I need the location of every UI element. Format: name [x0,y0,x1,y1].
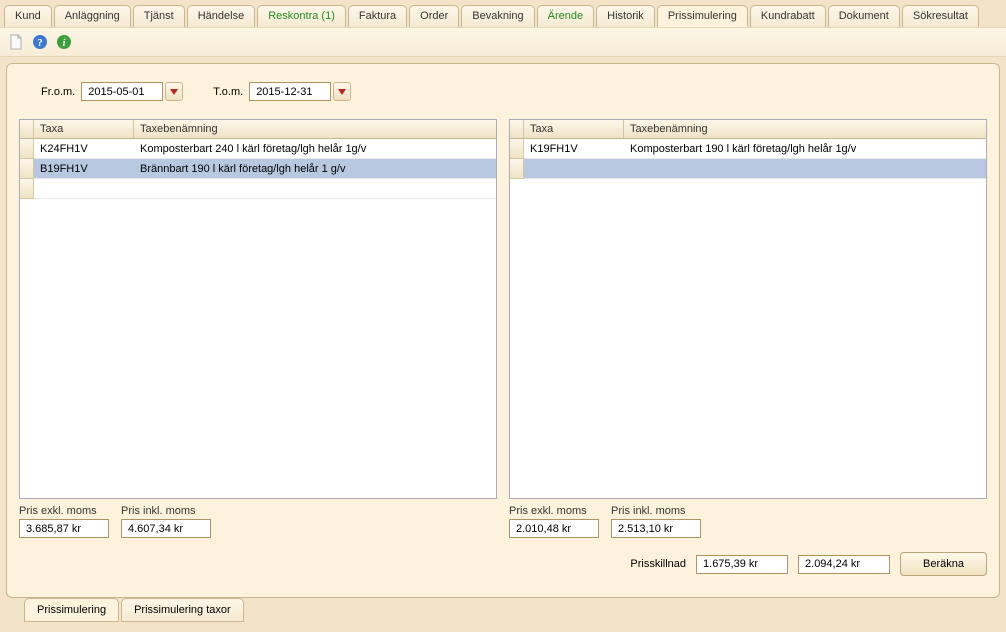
table-row[interactable]: K19FH1VKomposterbart 190 l kärl företag/… [510,139,986,159]
benamn-header[interactable]: Taxebenämning [624,120,986,138]
row-handle-header [510,120,524,138]
tab-dokument[interactable]: Dokument [828,5,900,27]
left-inkl-label: Pris inkl. moms [121,505,211,517]
diff-exkl[interactable] [696,555,788,574]
right-panel: Taxa Taxebenämning K19FH1VKomposterbart … [509,119,987,538]
to-date-group: T.o.m. [213,82,351,101]
right-exkl-value[interactable] [509,519,599,538]
tab-prissimulering[interactable]: Prissimulering [657,5,748,27]
tab-historik[interactable]: Historik [596,5,655,27]
left-grid-header: Taxa Taxebenämning [20,120,496,139]
tab-reskontra-1-[interactable]: Reskontra (1) [257,5,346,27]
bottom-tabs: PrissimuleringPrissimulering taxor [24,598,244,622]
tab-h-ndelse[interactable]: Händelse [187,5,255,27]
table-row[interactable]: B19FH1VBrännbart 190 l kärl företag/lgh … [20,159,496,179]
table-row[interactable]: K24FH1VKomposterbart 240 l kärl företag/… [20,139,496,159]
right-inkl-label: Pris inkl. moms [611,505,701,517]
taxa-cell: K24FH1V [34,139,134,159]
to-date-dropdown[interactable] [333,82,351,101]
svg-text:?: ? [37,37,43,49]
right-totals: Pris exkl. moms Pris inkl. moms [509,505,987,538]
from-date-group: Fr.o.m. [41,82,183,101]
diff-row: Prisskillnad Beräkna [19,552,987,576]
info-icon[interactable]: i [54,32,74,52]
benamn-header[interactable]: Taxebenämning [134,120,496,138]
left-grid-body[interactable]: K24FH1VKomposterbart 240 l kärl företag/… [20,139,496,498]
benamn-cell: Komposterbart 240 l kärl företag/lgh hel… [134,139,496,159]
taxa-header[interactable]: Taxa [34,120,134,138]
bottom-tab-prissimulering[interactable]: Prissimulering [24,598,119,622]
tab-tj-nst[interactable]: Tjänst [133,5,185,27]
row-handle-header [20,120,34,138]
left-panel: Taxa Taxebenämning K24FH1VKomposterbart … [19,119,497,538]
from-date-input[interactable] [81,82,163,101]
diff-inkl[interactable] [798,555,890,574]
taxa-cell: B19FH1V [34,159,134,179]
left-exkl-value[interactable] [19,519,109,538]
from-date-label: Fr.o.m. [41,86,75,98]
left-exkl-label: Pris exkl. moms [19,505,109,517]
table-row-empty[interactable] [510,159,986,179]
tab-anl-ggning[interactable]: Anläggning [54,5,131,27]
taxa-header[interactable]: Taxa [524,120,624,138]
help-icon[interactable]: ? [30,32,50,52]
bottom-tab-prissimulering-taxor[interactable]: Prissimulering taxor [121,598,244,622]
left-inkl-value[interactable] [121,519,211,538]
new-doc-icon[interactable] [6,32,26,52]
tab-s-kresultat[interactable]: Sökresultat [902,5,979,27]
table-row-empty[interactable] [20,179,496,199]
tab--rende[interactable]: Ärende [537,5,594,27]
date-row: Fr.o.m. T.o.m. [41,82,987,101]
taxa-cell: K19FH1V [524,139,624,159]
to-date-input[interactable] [249,82,331,101]
benamn-cell: Komposterbart 190 l kärl företag/lgh hel… [624,139,986,159]
right-grid-header: Taxa Taxebenämning [510,120,986,139]
right-grid-body[interactable]: K19FH1VKomposterbart 190 l kärl företag/… [510,139,986,498]
toolbar: ? i [0,27,1006,57]
left-grid: Taxa Taxebenämning K24FH1VKomposterbart … [19,119,497,499]
tab-kundrabatt[interactable]: Kundrabatt [750,5,826,27]
panels: Taxa Taxebenämning K24FH1VKomposterbart … [19,119,987,538]
tab-faktura[interactable]: Faktura [348,5,407,27]
tab-kund[interactable]: Kund [4,5,52,27]
right-exkl-label: Pris exkl. moms [509,505,599,517]
to-date-label: T.o.m. [213,86,243,98]
right-grid: Taxa Taxebenämning K19FH1VKomposterbart … [509,119,987,499]
tab-bevakning[interactable]: Bevakning [461,5,534,27]
content-panel: Fr.o.m. T.o.m. Taxa Taxebenämning K24FH1… [6,63,1000,598]
top-tabs: KundAnläggningTjänstHändelseReskontra (1… [0,0,1006,27]
diff-label: Prisskillnad [630,558,686,570]
tab-order[interactable]: Order [409,5,459,27]
left-totals: Pris exkl. moms Pris inkl. moms [19,505,497,538]
benamn-cell: Brännbart 190 l kärl företag/lgh helår 1… [134,159,496,179]
from-date-dropdown[interactable] [165,82,183,101]
right-inkl-value[interactable] [611,519,701,538]
calc-button[interactable]: Beräkna [900,552,987,576]
